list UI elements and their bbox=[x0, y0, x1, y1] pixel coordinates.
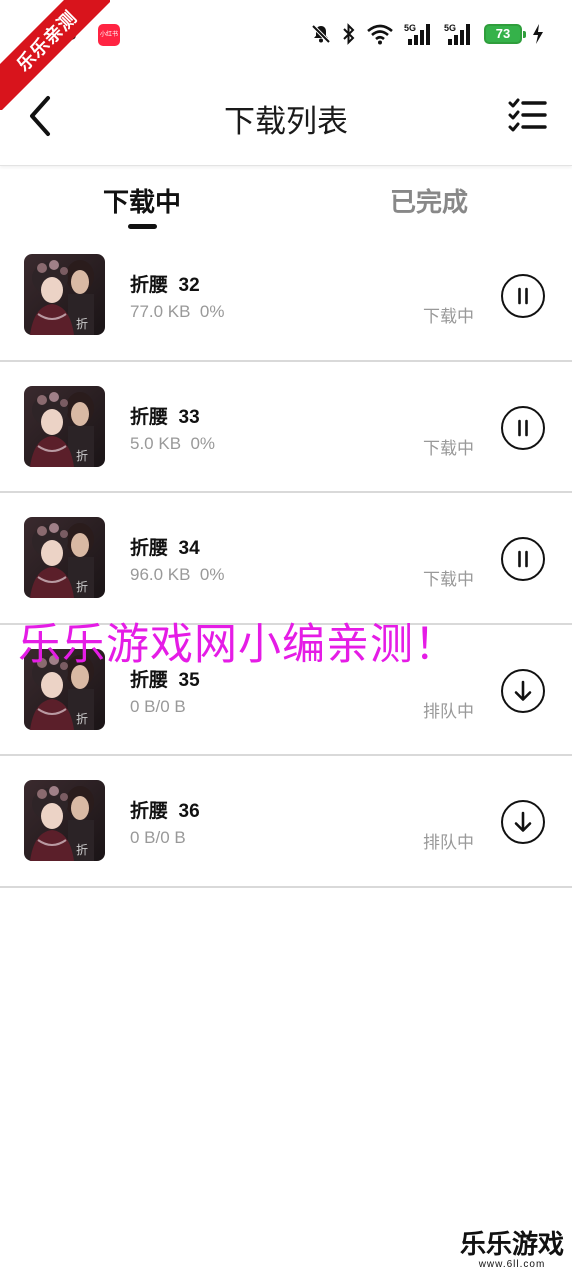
download-arrow-icon bbox=[514, 680, 532, 701]
download-item[interactable]: 折 折腰 33 5.0 KB 0% 下载中 bbox=[0, 362, 572, 493]
download-size-progress: 0 B/0 B bbox=[130, 696, 186, 716]
svg-text:折: 折 bbox=[76, 711, 88, 726]
pause-icon bbox=[518, 550, 528, 568]
battery-icon: 73 bbox=[484, 24, 526, 44]
wifi-icon bbox=[367, 24, 393, 45]
pause-button[interactable] bbox=[501, 405, 545, 450]
corner-ribbon-watermark: 乐乐亲测 bbox=[0, 0, 110, 110]
signal-icon: 5G bbox=[444, 23, 470, 45]
charging-icon bbox=[533, 24, 543, 44]
active-tab-indicator bbox=[128, 224, 157, 229]
download-status: 排队中 bbox=[423, 833, 474, 852]
overlay-watermark: 乐乐游戏网小编亲测！ bbox=[18, 620, 458, 670]
drama-cover-image: 折 bbox=[24, 385, 105, 467]
bluetooth-icon bbox=[343, 23, 355, 45]
download-arrow-icon bbox=[514, 811, 532, 832]
signal-5g-label: 5G bbox=[404, 23, 416, 33]
checklist-icon bbox=[508, 98, 547, 132]
download-size-progress: 0 B/0 B bbox=[130, 828, 186, 847]
download-item[interactable]: 折 折腰 36 0 B/0 B 排队中 bbox=[0, 756, 572, 888]
download-size-progress: 96.0 KB 0% bbox=[130, 565, 225, 584]
svg-text:折: 折 bbox=[76, 316, 88, 331]
status-icons: 5G 5G 73 bbox=[310, 20, 544, 48]
site-logo-watermark: 乐乐游戏 www.6ll.com bbox=[458, 1231, 566, 1271]
download-status: 下载中 bbox=[423, 570, 474, 589]
logo-url-text: www.6ll.com bbox=[478, 1259, 546, 1270]
signal-icon: 5G bbox=[404, 23, 430, 45]
drama-cover-image: 折 bbox=[24, 254, 105, 335]
tab-bar: 下载中 已完成 bbox=[0, 168, 572, 238]
download-button[interactable] bbox=[501, 668, 545, 713]
episode-title: 折腰 36 bbox=[130, 801, 200, 822]
download-size-progress: 77.0 KB 0% bbox=[130, 302, 225, 321]
tab-completed[interactable]: 已完成 bbox=[390, 182, 468, 219]
pause-button[interactable] bbox=[501, 537, 545, 581]
logo-main-text: 乐乐游戏 bbox=[459, 1230, 564, 1260]
drama-cover-image: 折 bbox=[24, 780, 105, 861]
download-list: 折 折腰 32 77.0 KB 0% 下载中 折 折腰 33 5.0 KB 0% 下载中… bbox=[0, 230, 572, 888]
download-item[interactable]: 折 折腰 34 96.0 KB 0% 下载中 bbox=[0, 493, 572, 625]
pause-icon bbox=[518, 287, 528, 305]
signal-5g-label: 5G bbox=[444, 23, 456, 33]
download-status: 下载中 bbox=[423, 438, 474, 458]
mute-icon bbox=[311, 24, 331, 44]
episode-title: 折腰 32 bbox=[130, 275, 200, 296]
download-item[interactable]: 折 折腰 32 77.0 KB 0% 下载中 bbox=[0, 230, 572, 362]
download-button[interactable] bbox=[501, 800, 545, 844]
tab-downloading[interactable]: 下载中 bbox=[103, 182, 181, 219]
episode-title: 折腰 34 bbox=[130, 538, 200, 559]
svg-text:折: 折 bbox=[76, 579, 88, 594]
download-size-progress: 5.0 KB 0% bbox=[130, 433, 216, 453]
drama-cover-image: 折 bbox=[24, 517, 105, 598]
pause-icon bbox=[518, 419, 528, 436]
batch-manage-button[interactable] bbox=[508, 98, 548, 132]
download-status: 排队中 bbox=[423, 701, 474, 721]
ribbon-text: 乐乐亲测 bbox=[0, 0, 110, 110]
svg-text:折: 折 bbox=[76, 448, 88, 463]
svg-text:折: 折 bbox=[76, 842, 88, 857]
episode-title: 折腰 33 bbox=[130, 406, 200, 428]
download-status: 下载中 bbox=[423, 307, 474, 326]
pause-button[interactable] bbox=[501, 274, 545, 318]
